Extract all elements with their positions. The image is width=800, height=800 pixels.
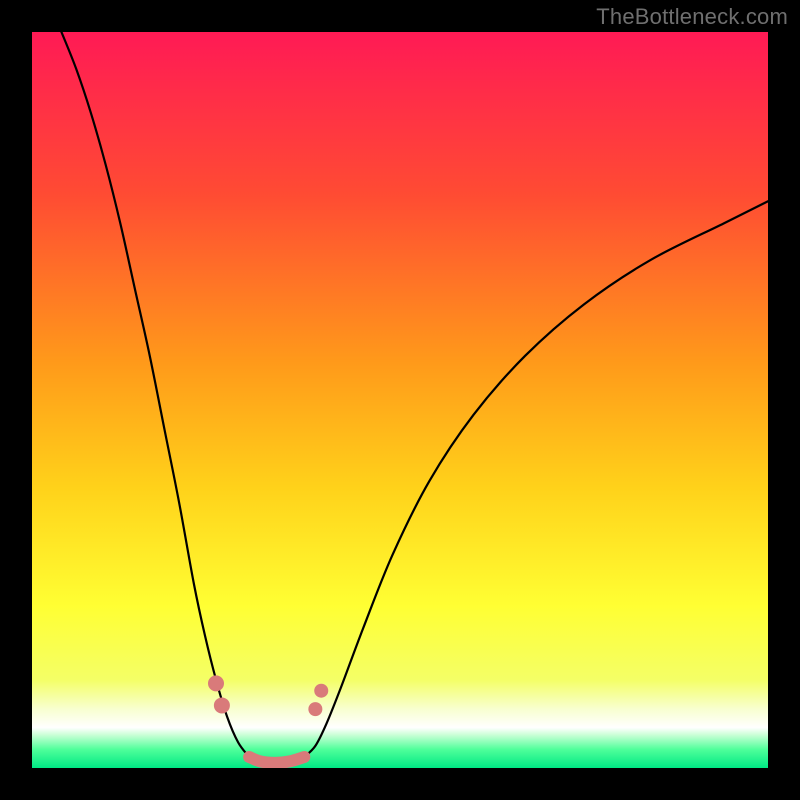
marker-left-curve-1 [214, 697, 230, 713]
marker-right-curve-3 [314, 684, 328, 698]
marker-right-curve-2 [308, 702, 322, 716]
series-valley-floor [249, 757, 304, 763]
marker-left-curve-0 [208, 675, 224, 691]
chart-background [32, 32, 768, 768]
watermark-text: TheBottleneck.com [596, 4, 788, 30]
chart-plot-area [32, 32, 768, 768]
chart-frame: TheBottleneck.com [0, 0, 800, 800]
chart-svg [32, 32, 768, 768]
